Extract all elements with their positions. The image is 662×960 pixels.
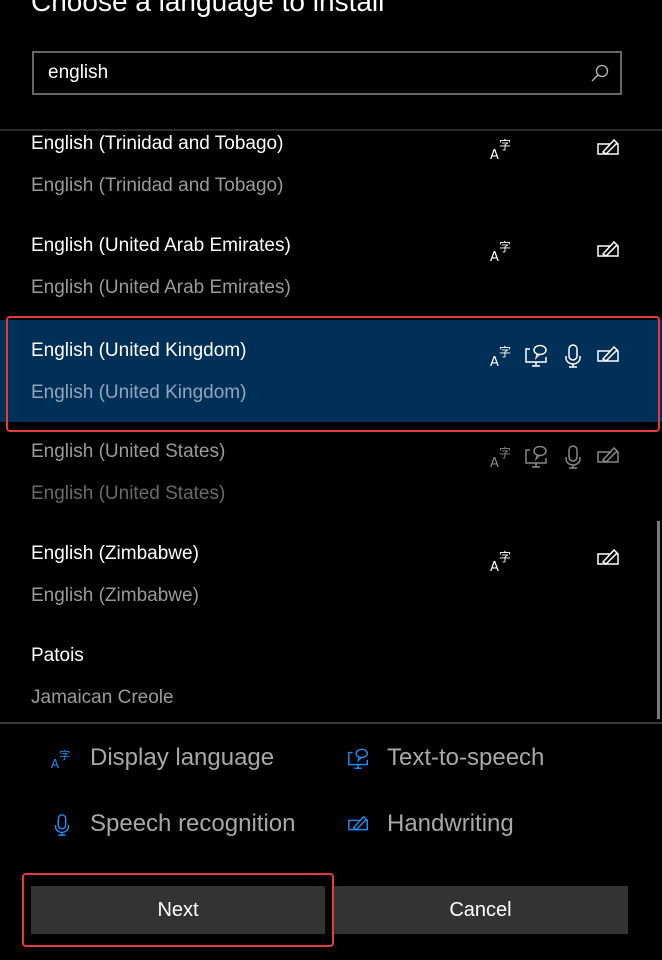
legend-label: Handwriting (387, 810, 514, 837)
language-name: English (Trinidad and Tobago) (31, 133, 284, 154)
svg-text:A: A (490, 456, 499, 470)
svg-text:A: A (490, 148, 499, 162)
language-name: English (Zimbabwe) (31, 543, 199, 564)
language-name: English (United Arab Emirates) (31, 235, 291, 256)
language-native-name: English (Zimbabwe) (31, 585, 199, 606)
svg-text:A: A (490, 560, 499, 574)
legend-label: Display language (90, 744, 275, 771)
language-native-name: English (Trinidad and Tobago) (31, 175, 284, 196)
handwriting-icon (596, 546, 622, 572)
speech-recognition-icon (560, 444, 586, 470)
next-button[interactable]: Next (31, 886, 325, 934)
legend-label: Text-to-speech (387, 744, 545, 771)
language-row-patois[interactable]: Patois Jamaican Creole (0, 641, 662, 721)
list-scrollbar[interactable] (657, 521, 660, 719)
language-name: English (United Kingdom) (31, 340, 247, 361)
svg-text:字: 字 (499, 239, 511, 254)
display-language-icon: A字 (50, 747, 74, 771)
language-name: English (United States) (31, 441, 226, 462)
language-name: Patois (31, 645, 84, 666)
svg-text:字: 字 (499, 549, 511, 564)
language-native-name: English (United Kingdom) (31, 382, 247, 403)
language-row-zimbabwe[interactable]: English (Zimbabwe) English (Zimbabwe) A字 (0, 539, 662, 641)
display-language-icon: A字 (489, 444, 515, 471)
svg-text:字: 字 (499, 137, 511, 152)
text-to-speech-icon (347, 747, 371, 771)
search-input[interactable] (48, 53, 568, 93)
svg-text:A: A (490, 355, 499, 369)
search-icon[interactable] (590, 63, 610, 83)
text-to-speech-icon (524, 444, 550, 470)
handwriting-icon (596, 136, 622, 162)
svg-text:字: 字 (499, 344, 511, 359)
display-language-icon: A字 (489, 238, 515, 265)
handwriting-icon (596, 444, 622, 470)
display-language-icon: A字 (489, 343, 515, 370)
display-language-icon: A字 (489, 548, 515, 575)
handwriting-icon (596, 238, 622, 264)
language-native-name: English (United States) (31, 483, 226, 504)
handwriting-icon (596, 343, 622, 369)
speech-recognition-icon (50, 813, 74, 837)
language-native-name: Jamaican Creole (31, 687, 174, 708)
handwriting-icon (347, 813, 371, 837)
language-list: English (Trinidad and Tobago) English (T… (0, 131, 662, 721)
text-to-speech-icon (524, 343, 550, 369)
language-row-united-states[interactable]: English (United States) English (United … (0, 437, 662, 539)
speech-recognition-icon (560, 343, 586, 369)
language-search-box[interactable] (32, 51, 622, 95)
dialog-title: Choose a language to install (31, 0, 385, 17)
language-row-united-kingdom[interactable]: English (United Kingdom) English (United… (0, 320, 662, 422)
display-language-icon: A字 (489, 136, 515, 163)
svg-text:字: 字 (59, 748, 70, 762)
svg-text:字: 字 (499, 445, 511, 460)
language-row-trinidad[interactable]: English (Trinidad and Tobago) English (T… (0, 131, 662, 233)
cancel-button[interactable]: Cancel (333, 886, 628, 934)
language-native-name: English (United Arab Emirates) (31, 277, 291, 298)
legend-divider (0, 722, 662, 724)
legend-label: Speech recognition (90, 810, 296, 837)
svg-text:A: A (490, 250, 499, 264)
